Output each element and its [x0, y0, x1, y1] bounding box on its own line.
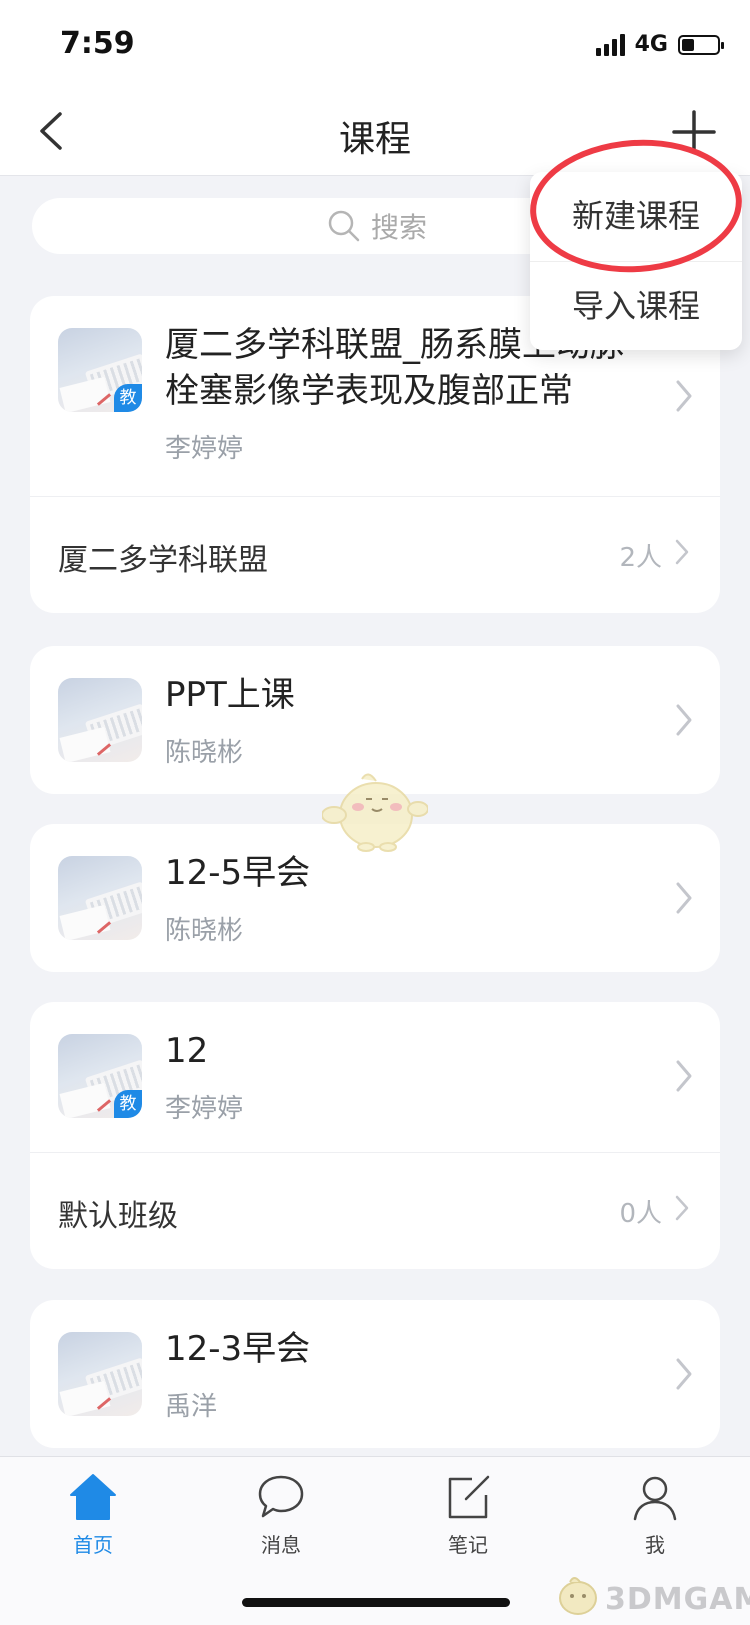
search-icon — [328, 210, 360, 242]
tab-home[interactable]: 首页 — [33, 1471, 153, 1558]
class-name: 厦二多学科联盟 — [58, 543, 268, 578]
course-thumbnail — [58, 678, 142, 762]
course-teacher: 李婷婷 — [165, 1094, 244, 1124]
course-thumbnail: 教 — [58, 1034, 142, 1118]
tab-label: 笔记 — [448, 1533, 488, 1557]
status-time: 7:59 — [60, 26, 135, 61]
course-teacher: 李婷婷 — [165, 434, 244, 464]
mascot-watermark-icon — [322, 773, 428, 852]
chevron-right-icon — [676, 704, 692, 736]
course-title: 12-5早会 — [165, 853, 311, 893]
status-indicators: 4G — [595, 32, 724, 57]
course-thumbnail: 教 — [58, 328, 142, 412]
home-icon — [70, 1474, 116, 1520]
teacher-badge: 教 — [114, 384, 142, 412]
teacher-badge: 教 — [114, 1090, 142, 1118]
search-placeholder: 搜索 — [370, 211, 427, 244]
tab-notes[interactable]: 笔记 — [408, 1471, 528, 1558]
tab-label: 首页 — [73, 1533, 113, 1557]
class-row[interactable]: 厦二多学科联盟 2人 — [30, 496, 720, 613]
watermark-text: 3DMGAME — [605, 1582, 750, 1617]
course-thumbnail — [58, 856, 142, 940]
course-card: 12-3早会 禹洋 — [30, 1300, 720, 1448]
chevron-right-icon — [675, 539, 689, 565]
home-indicator — [242, 1598, 510, 1607]
tab-messages[interactable]: 消息 — [221, 1471, 341, 1558]
chevron-right-icon — [676, 1358, 692, 1390]
import-course-menu-item[interactable]: 导入课程 — [530, 261, 742, 351]
chevron-right-icon — [675, 1195, 689, 1221]
course-title: 12 — [165, 1031, 209, 1071]
note-edit-icon — [448, 1475, 490, 1519]
chat-bubble-icon — [258, 1475, 304, 1518]
course-teacher: 禹洋 — [165, 1392, 218, 1422]
course-thumbnail — [58, 1332, 142, 1416]
chevron-right-icon — [676, 1060, 692, 1092]
class-member-count: 2人 — [619, 543, 662, 573]
course-row[interactable]: 教 12 李婷婷 — [30, 1002, 720, 1152]
tab-label: 消息 — [261, 1533, 301, 1557]
course-title: PPT上课 — [165, 675, 295, 715]
tab-profile[interactable]: 我 — [595, 1471, 715, 1558]
chevron-right-icon — [676, 882, 692, 914]
tab-label: 我 — [645, 1533, 665, 1557]
network-type: 4G — [634, 32, 668, 57]
course-row[interactable]: 12-3早会 禹洋 — [30, 1300, 720, 1450]
battery-icon — [678, 34, 724, 55]
class-name: 默认班级 — [58, 1199, 178, 1234]
chevron-right-icon — [676, 380, 692, 412]
course-title: 12-3早会 — [165, 1329, 311, 1369]
status-bar: 7:59 4G — [0, 0, 750, 90]
course-card: 教 12 李婷婷 默认班级 0人 — [30, 1002, 720, 1269]
class-row[interactable]: 默认班级 0人 — [30, 1152, 720, 1269]
signal-icon — [595, 33, 625, 56]
course-teacher: 陈晓彬 — [165, 738, 244, 768]
3dmgame-logo-icon — [559, 1577, 597, 1615]
user-icon — [633, 1476, 677, 1521]
class-member-count: 0人 — [619, 1199, 662, 1229]
course-teacher: 陈晓彬 — [165, 916, 244, 946]
